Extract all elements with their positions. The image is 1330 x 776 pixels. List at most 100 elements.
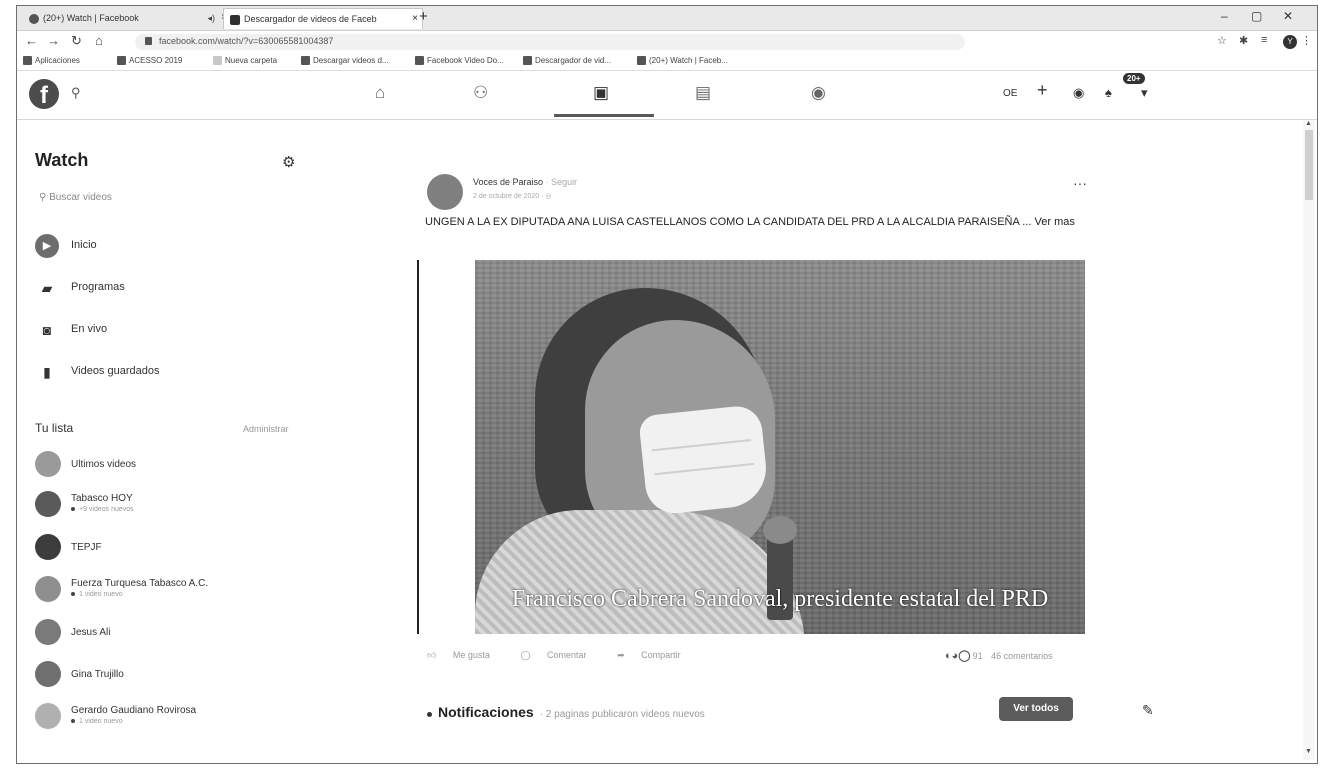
user-shortcut[interactable]: OE <box>1003 88 1017 99</box>
speaker-icon[interactable]: ◂) <box>207 8 215 28</box>
list-item-name: Gerardo Gaudiano Rovirosa <box>71 705 197 716</box>
post-text: UNGEN A LA EX DIPUTADA ANA LUISA CASTELL… <box>425 216 1075 228</box>
manage-link[interactable]: Administrar <box>243 424 289 434</box>
media-icon[interactable]: ≡ <box>1261 34 1267 46</box>
notifications-title: Notificaciones <box>438 704 534 720</box>
reactions-summary[interactable]: ◐◕◯ 91 46 comentarios <box>945 649 1053 662</box>
list-item[interactable]: Jesus Ali <box>35 619 325 649</box>
watch-title: Watch <box>35 150 89 170</box>
sidebar-item-label: Programas <box>71 281 125 293</box>
share-button[interactable]: ➦ Compartir <box>617 650 695 660</box>
post-author[interactable]: Voces de Paraiso <box>473 177 543 187</box>
bookmark-label: ACESSO 2019 <box>129 56 183 65</box>
see-all-button[interactable]: Ver todos <box>999 697 1073 721</box>
sidebar-item-en-vivo[interactable]: ◙ En vivo <box>35 318 315 342</box>
avatar[interactable] <box>427 174 463 210</box>
forward-icon[interactable]: → <box>47 33 60 48</box>
list-item[interactable]: Ultimos videos <box>35 451 325 481</box>
bookmark-descargador[interactable]: Descargador de vid... <box>523 56 612 66</box>
sidebar-item-videos-guardados[interactable]: ▮ Videos guardados <box>35 360 315 384</box>
marketplace-icon[interactable]: ▤ <box>695 83 711 103</box>
comment-label: Comentar <box>547 650 587 660</box>
close-window-icon[interactable]: ✕ <box>1283 9 1293 23</box>
sidebar-item-label: Videos guardados <box>71 365 160 377</box>
scrollbar[interactable]: ▲ ▼ <box>1303 120 1315 760</box>
bookmark-acesso[interactable]: ACESSO 2019 <box>117 56 183 66</box>
close-tab-icon[interactable]: × <box>412 9 418 29</box>
list-item-sub: +9 videos nuevos <box>71 506 134 513</box>
restore-icon[interactable]: ▢ <box>1251 9 1262 23</box>
search-placeholder: Buscar videos <box>49 192 112 203</box>
follow-link[interactable]: · Seguir <box>546 177 578 187</box>
bullet-icon <box>427 711 432 717</box>
bookmark-fb-video[interactable]: Facebook Video Do... <box>415 56 504 66</box>
search-icon[interactable]: ⚲ <box>71 85 81 101</box>
bookmark-descargar[interactable]: Descargar videos d... <box>301 56 389 66</box>
star-icon[interactable]: ☆ <box>1217 34 1227 47</box>
extension-icon[interactable]: ✱ <box>1239 34 1248 47</box>
new-tab-button[interactable]: + <box>419 8 428 26</box>
tab-watch-facebook[interactable]: (20+) Watch | Facebook ◂) × <box>23 8 231 28</box>
bookmark-watch[interactable]: (20+) Watch | Faceb... <box>637 56 728 66</box>
list-item[interactable]: Gerardo Gaudiano Rovirosa 1 video nuevo <box>35 703 325 733</box>
bookmark-label: Descargador de vid... <box>535 56 612 65</box>
address-bar: ← → ↻ ⌂ facebook.com/watch/?v=6300655810… <box>17 31 1317 53</box>
folder-icon <box>213 56 222 66</box>
minimize-icon[interactable]: – <box>1221 9 1228 23</box>
search-videos-input[interactable]: ⚲ Buscar videos <box>39 192 112 203</box>
reload-icon[interactable]: ↻ <box>71 33 82 49</box>
post-author-line: Voces de Paraiso · Seguir <box>473 177 577 187</box>
list-item-name: Tabasco HOY <box>71 493 133 504</box>
facebook-logo[interactable]: f <box>29 79 59 109</box>
list-title: Tu lista <box>35 421 74 435</box>
menu-icon[interactable]: ⋮ <box>1301 34 1312 47</box>
sidebar-item-label: Inicio <box>71 239 97 251</box>
account-menu-icon[interactable]: ▾ <box>1141 85 1148 101</box>
tab-title: Descargador de videos de Faceb <box>244 14 377 24</box>
sidebar-item-inicio[interactable]: ▶ Inicio <box>35 234 315 258</box>
video-player[interactable]: Francisco Cabrera Sandoval, presidente e… <box>475 260 1085 634</box>
gear-icon[interactable]: ⚙ <box>282 153 295 171</box>
list-item[interactable]: Fuerza Turquesa Tabasco A.C. 1 video nue… <box>35 576 325 606</box>
friends-icon[interactable]: ⚇ <box>473 83 488 103</box>
sidebar-item-programas[interactable]: ▰ Programas <box>35 276 315 300</box>
back-icon[interactable]: ← <box>25 33 38 48</box>
groups-icon[interactable]: ◉ <box>811 83 826 103</box>
url-field[interactable]: facebook.com/watch/?v=630065581004387 <box>135 34 965 50</box>
list-item[interactable]: Tabasco HOY +9 videos nuevos <box>35 491 325 521</box>
comment-button[interactable]: ◯ Comentar <box>520 650 600 660</box>
list-item[interactable]: TEPJF <box>35 534 325 564</box>
search-icon: ⚲ <box>39 192 50 203</box>
list-item-name: Fuerza Turquesa Tabasco A.C. <box>71 578 209 589</box>
scroll-up-icon[interactable]: ▲ <box>1305 120 1312 127</box>
post-date[interactable]: 2 de octubre de 2020 · <box>473 193 543 200</box>
bookmark-icon <box>523 56 532 66</box>
scroll-down-icon[interactable]: ▼ <box>1305 748 1312 755</box>
bookmark-nueva-carpeta[interactable]: Nueva carpeta <box>213 56 278 66</box>
bookmark-apps[interactable]: Aplicaciones <box>23 56 80 66</box>
messenger-icon[interactable]: ◉ <box>1073 85 1084 101</box>
play-icon: ▶ <box>35 234 59 258</box>
watch-icon[interactable]: ▣ <box>593 83 609 103</box>
avatar <box>35 491 61 517</box>
facebook-icon <box>637 56 646 66</box>
like-button[interactable]: 👍︎ Me gusta <box>427 650 504 660</box>
list-item-name: Ultimos videos <box>71 459 137 470</box>
bell-icon[interactable]: ♠ <box>1105 85 1112 100</box>
edit-icon[interactable]: ✎ <box>1142 702 1154 719</box>
comments-count[interactable]: 46 comentarios <box>991 651 1053 661</box>
notifications-badge: 20+ <box>1123 73 1145 84</box>
list-item[interactable]: Gina Trujillo <box>35 661 325 691</box>
bookmark-label: (20+) Watch | Faceb... <box>649 56 728 65</box>
tab-descargador[interactable]: Descargador de videos de Faceb × <box>223 8 423 29</box>
more-options-button[interactable]: ··· <box>1073 175 1087 191</box>
post-actions: 👍︎ Me gusta ◯ Comentar ➦ Compartir <box>427 650 709 661</box>
home-icon[interactable]: ⌂ <box>375 83 385 103</box>
profile-avatar[interactable]: Y <box>1283 35 1297 49</box>
scroll-thumb[interactable] <box>1305 130 1313 200</box>
lock-icon <box>145 37 152 45</box>
home-icon[interactable]: ⌂ <box>95 33 103 48</box>
bookmark-label: Nueva carpeta <box>225 56 278 65</box>
avatar <box>35 619 61 645</box>
create-button[interactable]: + <box>1037 80 1048 101</box>
